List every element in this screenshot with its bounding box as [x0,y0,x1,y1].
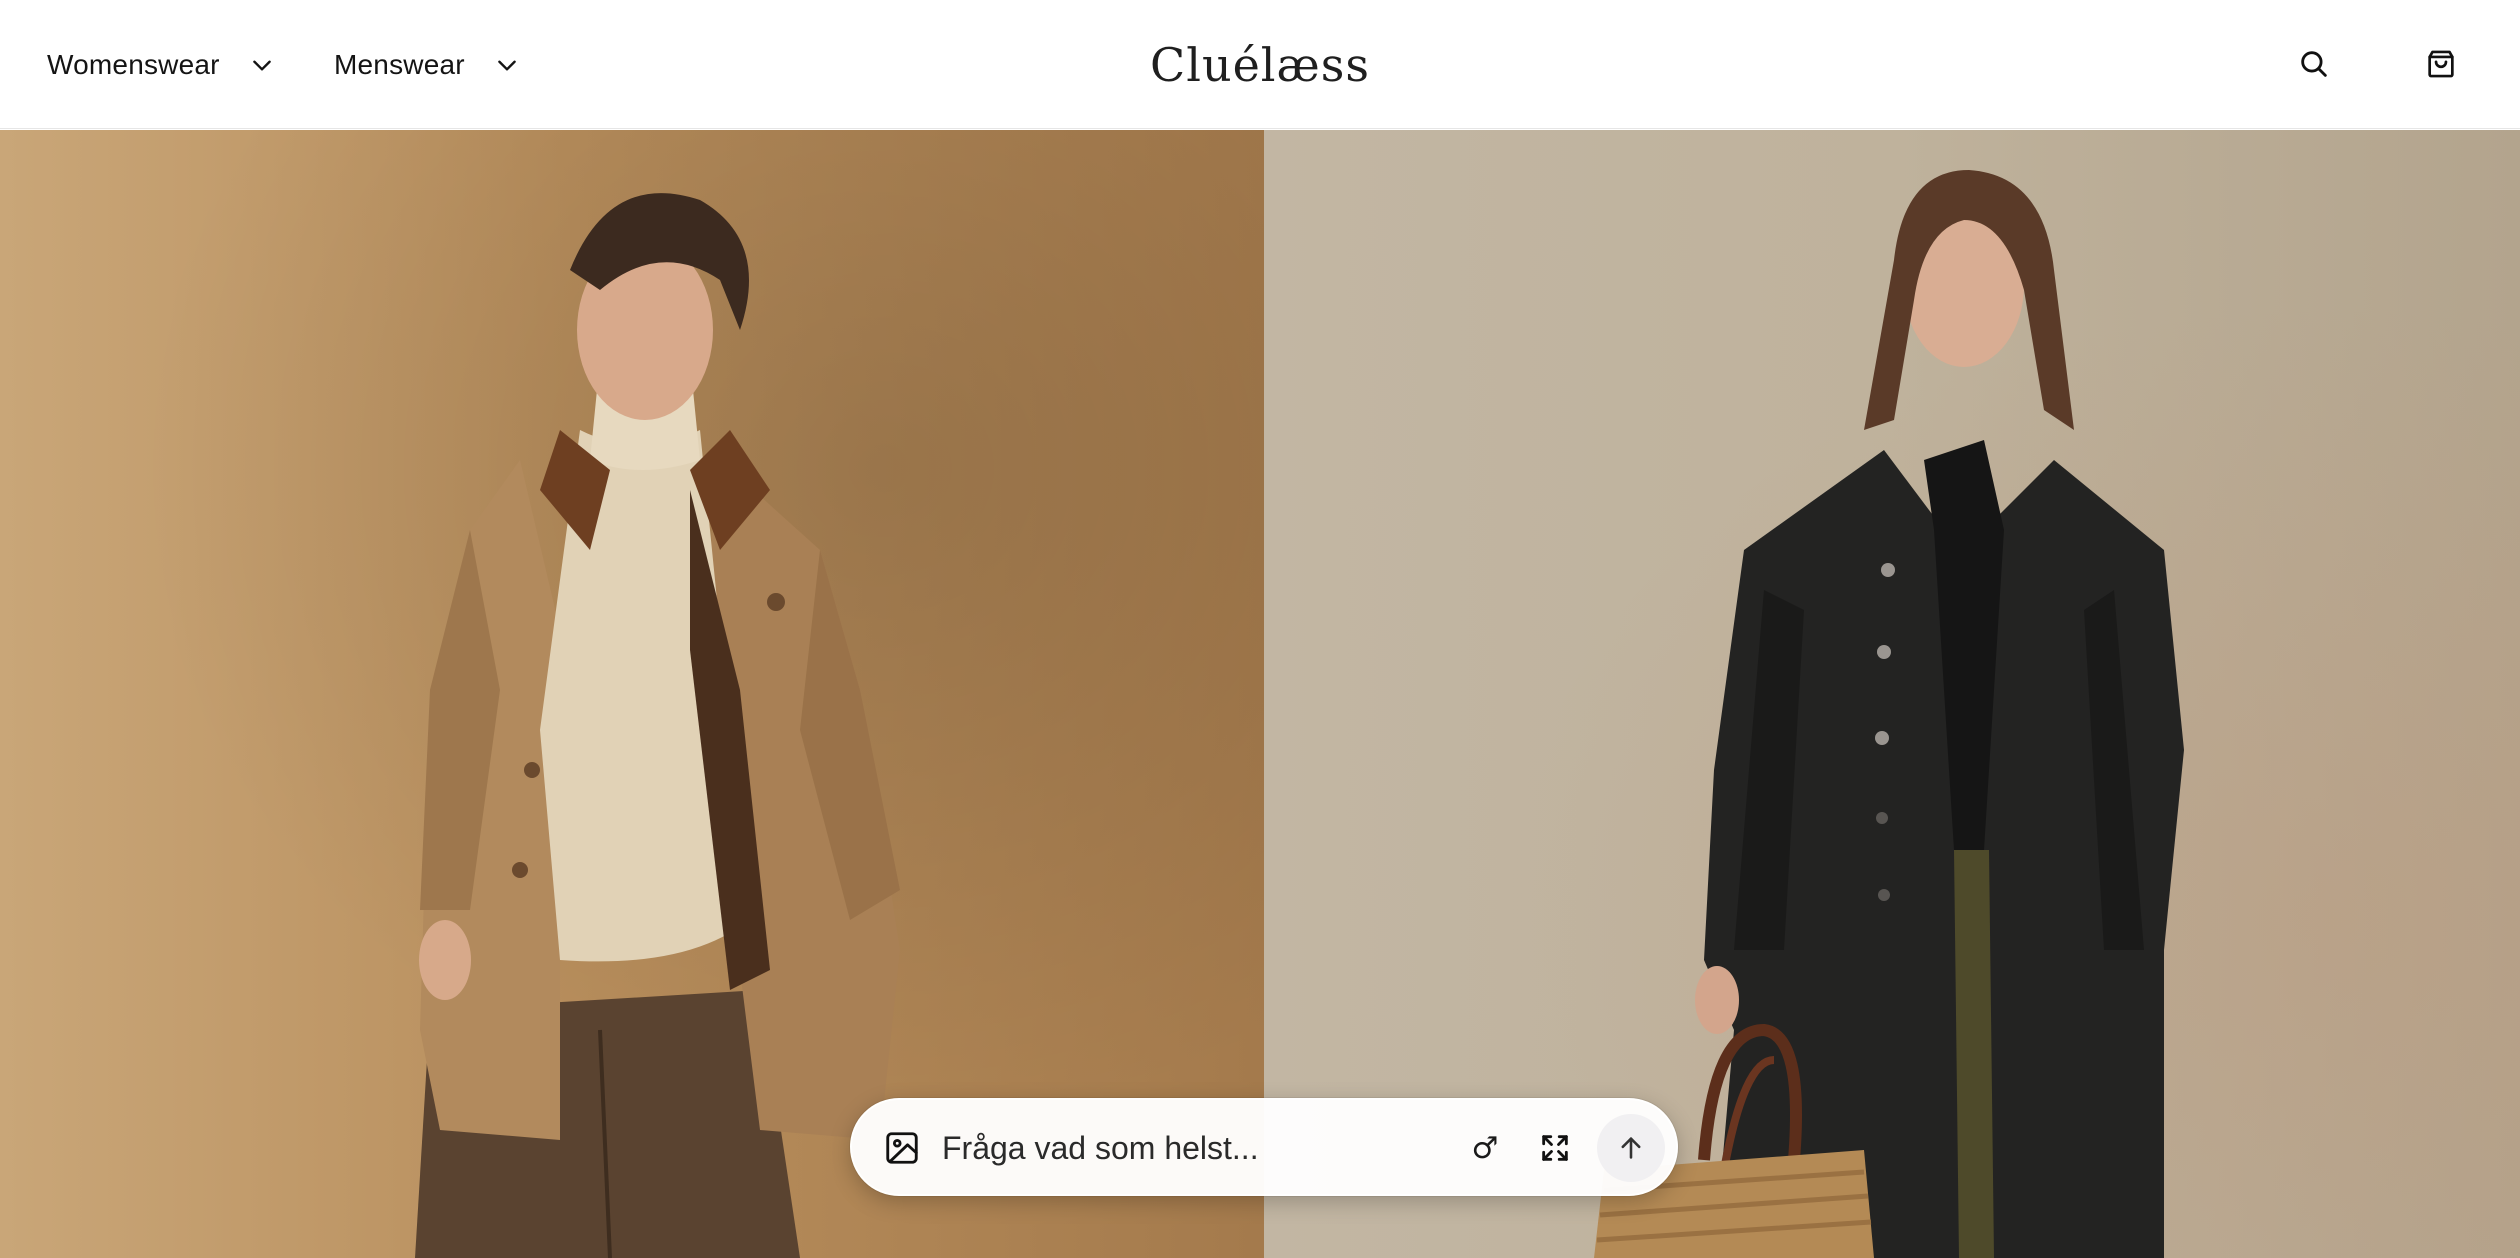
ai-chat-bar: ♂ [850,1098,1678,1196]
chevron-down-icon[interactable] [491,49,523,81]
nav-menswear-label: Menswear [334,48,465,80]
expand-icon[interactable] [1534,1127,1576,1169]
top-navigation-bar: Womenswear Menswear Cluélæss [0,0,2520,129]
menswear-hero-image[interactable] [0,130,1264,1258]
image-upload-icon[interactable] [880,1126,924,1170]
send-button[interactable] [1597,1114,1665,1182]
chevron-down-icon[interactable] [246,49,278,81]
nav-womenswear-label: Womenswear [47,48,220,80]
hero-banner [0,130,2520,1258]
nav-menswear[interactable]: Menswear [334,0,523,129]
womenswear-hero-image[interactable] [1264,130,2520,1258]
nav-womenswear[interactable]: Womenswear [47,0,278,129]
chat-input[interactable] [942,1122,1482,1174]
shopping-bag-icon[interactable] [2417,40,2465,88]
search-icon[interactable] [2290,40,2338,88]
arrow-up-icon [1621,1137,1641,1159]
brand-logo[interactable]: Cluélæss [1080,0,1440,129]
female-model-illustration [1594,170,2184,1258]
male-model-illustration [415,193,900,1258]
male-symbol-icon[interactable]: ♂ [1464,1127,1506,1169]
